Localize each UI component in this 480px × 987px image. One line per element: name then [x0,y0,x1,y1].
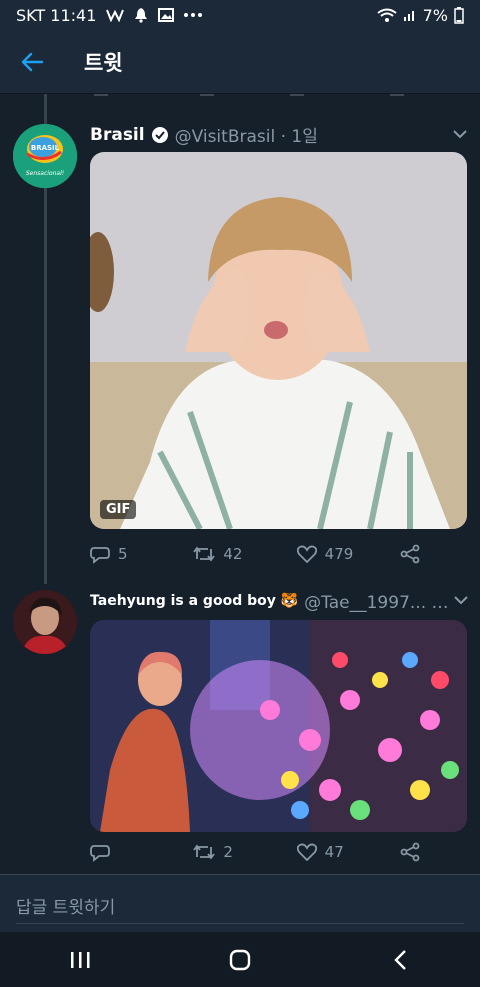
avatar-sublabel: Sensacional! [25,170,65,177]
signal-icon [403,8,417,22]
reply-input[interactable]: 답글 트윗하기 [16,893,115,918]
reply-count: 5 [118,545,128,563]
like-button[interactable]: 479 [296,545,357,563]
avatar[interactable]: BRASIL Sensacional! [13,124,77,188]
retweet-button[interactable]: 2 [193,843,253,861]
more-dots-icon [184,13,203,17]
reply-button[interactable] [90,842,150,862]
notification-icon [106,8,125,22]
gif-badge: GIF [100,500,137,519]
tweet-actions: 5 42 479 [90,544,420,564]
recent-apps-button[interactable] [40,932,120,987]
like-button[interactable]: 47 [296,843,357,861]
share-icon [400,842,420,862]
back-chevron-icon [394,949,406,970]
tweet-media[interactable] [90,620,467,832]
verified-badge-icon [151,126,169,144]
carrier-time: SKT 11:41 [16,5,97,25]
gif-image [90,152,467,529]
heart-icon [296,545,317,563]
display-name[interactable]: Brasil [90,125,145,145]
user-photo-icon [13,590,77,654]
back-nav-button[interactable] [360,932,440,987]
handle-time[interactable]: @VisitBrasil · 1일 [175,122,318,147]
avatar-label: BRASIL [30,144,60,152]
wifi-icon [376,8,397,22]
reply-button[interactable]: 5 [90,544,150,564]
battery-icon [454,6,464,24]
tweet[interactable]: BRASIL Sensacional! Brasil @VisitBrasil … [0,94,480,584]
chevron-down-icon[interactable] [450,130,470,139]
share-button[interactable] [400,842,420,862]
handle-time[interactable]: @Tae__1997... · 1일 [304,588,452,613]
avatar[interactable] [13,590,77,654]
bell-icon [134,7,148,23]
retweet-count: 2 [223,843,233,861]
home-button[interactable] [200,932,280,987]
reply-bar[interactable]: 답글 트윗하기 [0,874,480,932]
display-name[interactable]: Taehyung is a good boy 🐯 [90,593,298,609]
reply-icon [90,845,110,862]
reply-underline [16,923,464,924]
retweet-icon [193,546,216,562]
tweet-header: Brasil @VisitBrasil · 1일 [90,122,470,147]
share-icon [400,544,420,564]
heart-icon [296,843,317,861]
retweet-count: 42 [223,545,243,563]
recent-apps-icon [71,951,90,968]
status-bar: SKT 11:41 7% [0,0,480,30]
image-icon [158,8,175,22]
home-icon [229,949,251,970]
app-bar: 트윗 [0,30,480,94]
reply-icon [90,547,110,564]
tweet-media[interactable]: GIF [90,152,467,529]
tweet-actions: 2 47 [90,842,420,862]
retweet-button[interactable]: 42 [193,545,253,563]
chevron-down-icon[interactable] [452,596,470,605]
like-count: 479 [324,545,354,563]
battery-percent: 7% [422,5,448,25]
like-count: 47 [324,843,344,861]
arrow-left-icon [21,52,43,71]
system-nav-bar [0,932,480,987]
heart-burst-image [90,620,467,832]
retweet-icon [193,844,216,860]
timeline[interactable]: BRASIL Sensacional! Brasil @VisitBrasil … [0,94,480,874]
tweet-header: Taehyung is a good boy 🐯 @Tae__1997... ·… [90,588,470,613]
page-title: 트윗 [84,50,123,75]
back-button[interactable] [0,30,64,94]
brasil-logo-icon [13,124,77,188]
share-button[interactable] [400,544,420,564]
tweet[interactable]: Taehyung is a good boy 🐯 @Tae__1997... ·… [0,584,480,874]
